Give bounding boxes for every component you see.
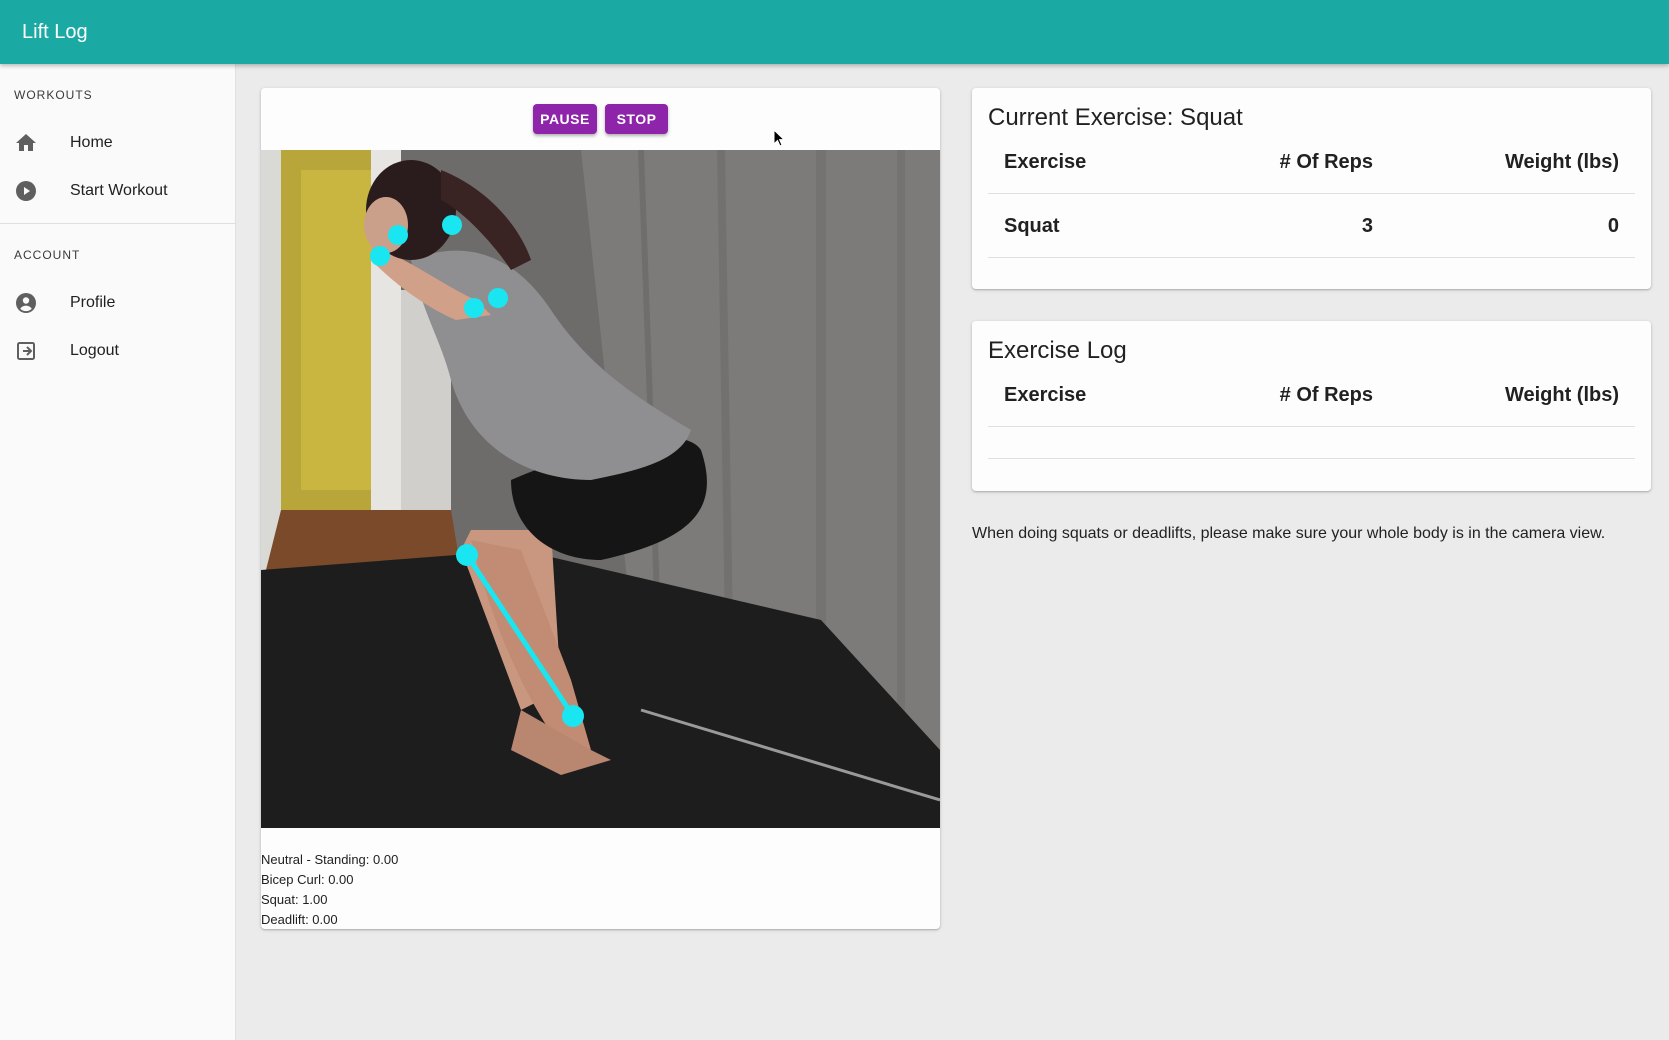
sidebar-divider <box>0 223 236 224</box>
prediction-bicep-curl: Bicep Curl: 0.00 <box>261 872 354 887</box>
column-header: Weight (lbs) <box>1504 383 1619 406</box>
table-row: Squat 3 0 <box>988 194 1635 258</box>
sidebar-item-label: Home <box>70 134 113 151</box>
column-header: # Of Reps <box>1279 150 1373 173</box>
sidebar-item-label: Profile <box>70 294 116 311</box>
column-header: Exercise <box>1004 150 1087 173</box>
account-circle-icon <box>14 291 38 315</box>
sidebar-item-label: Start Workout <box>70 182 168 199</box>
sidebar-item-home[interactable]: Home <box>0 121 236 165</box>
pose-keypoint <box>388 225 408 245</box>
pose-keypoint <box>370 246 390 266</box>
play-circle-icon <box>14 179 38 203</box>
column-header: Weight (lbs) <box>1504 150 1619 173</box>
table-cell-weight: 0 <box>1607 214 1619 237</box>
table-cell-reps: 3 <box>1361 214 1373 237</box>
app-title: Lift Log <box>22 21 88 43</box>
table-header-row: Exercise # Of Reps Weight (lbs) <box>988 363 1635 427</box>
home-icon <box>14 131 38 155</box>
column-header: Exercise <box>1004 383 1087 406</box>
camera-feed-image <box>261 150 940 828</box>
sidebar-item-profile[interactable]: Profile <box>0 281 236 325</box>
workouts-subheader: WORKOUTS <box>14 88 93 102</box>
empty-table-row <box>988 427 1635 459</box>
table-cell-exercise: Squat <box>1004 214 1060 237</box>
app-bar: Lift Log <box>0 0 1669 64</box>
prediction-list: Neutral - Standing: 0.00 Bicep Curl: 0.0… <box>261 850 398 930</box>
workout-camera-card: PAUSE STOP Neutral - Standing: 0.00 Bice… <box>261 88 940 929</box>
table-header-row: Exercise # Of Reps Weight (lbs) <box>988 130 1635 194</box>
current-exercise-table: Exercise # Of Reps Weight (lbs) Squat 3 0 <box>988 130 1635 258</box>
pose-keypoint <box>488 288 508 308</box>
prediction-neutral: Neutral - Standing: 0.00 <box>261 852 399 867</box>
camera-tip: When doing squats or deadlifts, please m… <box>972 525 1606 542</box>
pose-keypoint <box>456 544 478 566</box>
prediction-squat: Squat: 1.00 <box>261 892 328 907</box>
exercise-log-card: Exercise Log Exercise # Of Reps Weight (lb… <box>972 321 1651 491</box>
pose-keypoint <box>464 298 484 318</box>
sidebar-item-start-workout[interactable]: Start Workout <box>0 169 236 213</box>
exercise-log-table: Exercise # Of Reps Weight (lbs) <box>988 363 1635 459</box>
logout-icon <box>14 339 38 363</box>
stop-button[interactable]: STOP <box>605 104 668 134</box>
prediction-deadlift: Deadlift: 0.00 <box>261 912 338 927</box>
pose-keypoint <box>562 705 584 727</box>
exercise-log-title: Exercise Log <box>988 337 1127 364</box>
mouse-cursor-icon <box>773 129 786 147</box>
camera-feed <box>261 150 940 828</box>
account-subheader: ACCOUNT <box>14 248 81 262</box>
pose-keypoint <box>442 215 462 235</box>
pause-button[interactable]: PAUSE <box>533 104 597 134</box>
current-exercise-card: Current Exercise: Squat Exercise # Of Rep… <box>972 88 1651 289</box>
sidebar-item-label: Logout <box>70 342 119 359</box>
sidebar-item-logout[interactable]: Logout <box>0 329 236 373</box>
column-header: # Of Reps <box>1279 383 1373 406</box>
sidebar-drawer: WORKOUTS Home Start Workout ACCOUNT Prof… <box>0 64 236 1040</box>
current-exercise-title: Current Exercise: Squat <box>988 104 1243 131</box>
